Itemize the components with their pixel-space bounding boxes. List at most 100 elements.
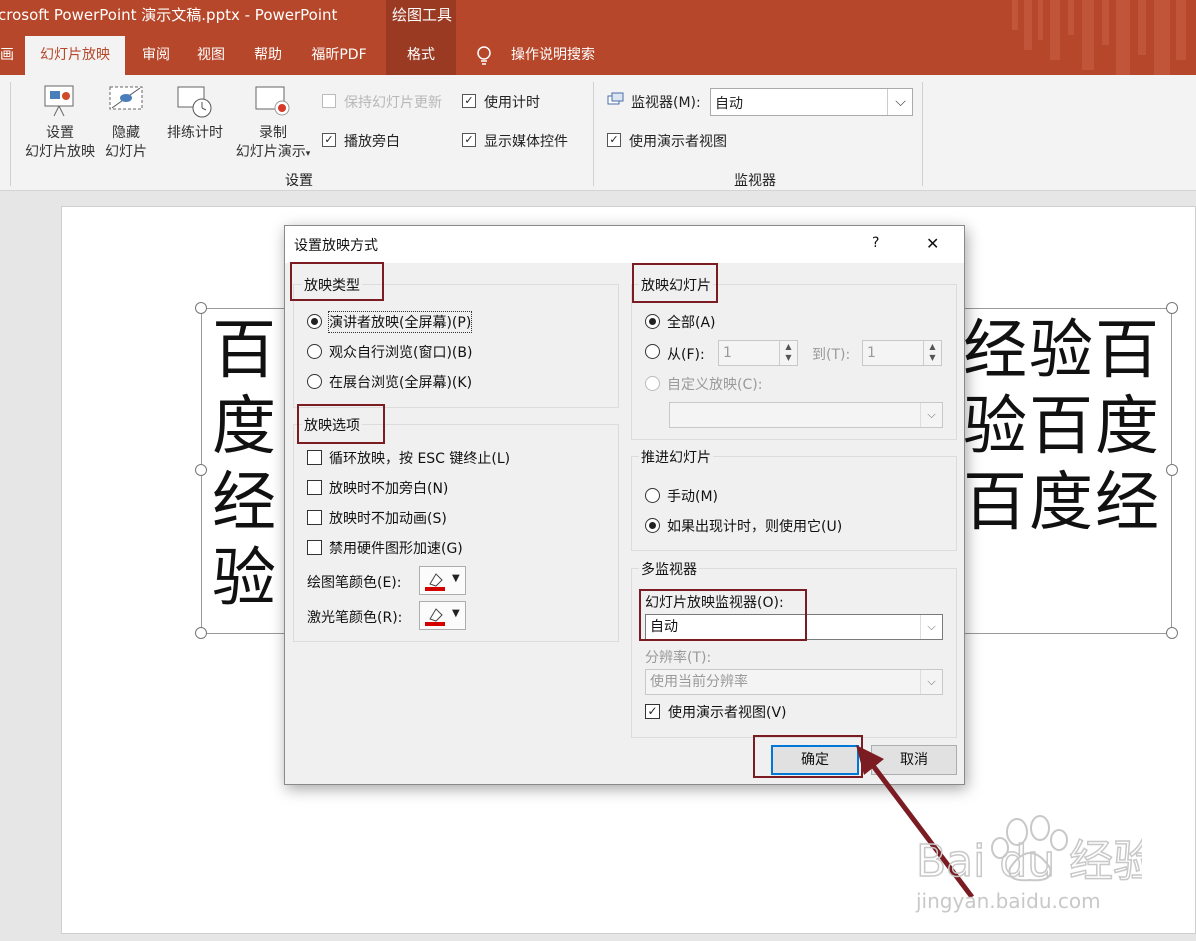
to-input-value: 1 xyxy=(867,345,876,361)
custom-show-select[interactable]: ⌵ xyxy=(669,402,943,428)
dialog-title: 设置放映方式 xyxy=(294,238,378,254)
tab-review[interactable]: 审阅 xyxy=(136,36,176,75)
record-slideshow-icon xyxy=(255,86,290,116)
context-group-label: 绘图工具 xyxy=(392,6,453,24)
to-label: 到(T): xyxy=(812,347,851,363)
advance-label: 推进幻灯片 xyxy=(639,447,713,467)
chevron-down-icon: ⌵ xyxy=(920,615,942,639)
setup-slideshow-button[interactable]: 设置 幻灯片放映 xyxy=(20,124,100,162)
laser-color-button[interactable]: ▼ xyxy=(419,601,466,630)
record-slideshow-button[interactable]: 录制 幻灯片演示▾ xyxy=(228,124,318,164)
annotation-box-monitor xyxy=(639,589,807,641)
resize-handle[interactable] xyxy=(195,302,207,314)
rehearse-timings-icon xyxy=(177,86,212,118)
window-title: crosoft PowerPoint 演示文稿.pptx - PowerPoin… xyxy=(0,6,338,24)
record-label-2-text: 幻灯片演示 xyxy=(235,144,306,160)
ribbon-separator xyxy=(922,82,923,186)
setup-slideshow-label-1: 设置 xyxy=(46,125,74,141)
tab-animations[interactable]: 画 xyxy=(0,36,14,75)
use-timings-checkbox[interactable]: ✓ xyxy=(462,94,476,108)
resize-handle[interactable] xyxy=(1166,627,1178,639)
manual-label: 手动(M) xyxy=(667,489,719,505)
rehearse-timings-button[interactable]: 排练计时 xyxy=(162,124,228,143)
presenter-view-label: 使用演示者视图(V) xyxy=(668,705,787,721)
resolution-value: 使用当前分辨率 xyxy=(650,674,748,690)
show-media-controls-label: 显示媒体控件 xyxy=(484,134,568,150)
disable-hw-accel-checkbox[interactable] xyxy=(307,540,322,555)
monitor-icon xyxy=(607,92,624,105)
slide-text-left-1: 百 xyxy=(212,314,278,388)
loop-checkbox[interactable] xyxy=(307,450,322,465)
use-timings-radio[interactable] xyxy=(645,518,660,533)
window-radio[interactable] xyxy=(307,344,322,359)
laser-color-label: 激光笔颜色(R): xyxy=(307,610,403,626)
slide-text-left-4: 验 xyxy=(212,542,278,616)
laser-color-icon xyxy=(425,608,445,626)
dropdown-arrow-icon: ▼ xyxy=(452,608,460,619)
monitor-label: 监视器(M): xyxy=(631,95,701,111)
resize-handle[interactable] xyxy=(1166,464,1178,476)
from-radio[interactable] xyxy=(645,344,660,359)
loop-label: 循环放映，按 ESC 键终止(L) xyxy=(329,451,511,467)
annotation-box-ok xyxy=(753,735,863,778)
slide-text-right-3: 百度经 xyxy=(963,466,1161,540)
ribbon-separator xyxy=(593,82,594,186)
hide-slide-label-1: 隐藏 xyxy=(112,125,140,141)
slide-text-left-2: 度 xyxy=(212,390,278,464)
hide-slide-icon xyxy=(109,86,143,110)
resolution-select[interactable]: 使用当前分辨率 ⌵ xyxy=(645,669,943,695)
presenter-radio[interactable] xyxy=(307,314,322,329)
dropdown-arrow-icon: ▼ xyxy=(452,573,460,584)
resize-handle[interactable] xyxy=(1166,302,1178,314)
play-narrations-checkbox[interactable]: ✓ xyxy=(322,133,336,147)
tab-view[interactable]: 视图 xyxy=(192,36,230,75)
no-animation-checkbox[interactable] xyxy=(307,510,322,525)
setup-show-dialog: 设置放映方式 ? ✕ 放映类型 演讲者放映(全屏幕)(P) 观众自行浏览(窗口)… xyxy=(284,225,965,785)
slide-text-right-2: 验百度 xyxy=(963,390,1161,464)
all-slides-radio[interactable] xyxy=(645,314,660,329)
dropdown-arrow-icon: ▾ xyxy=(305,149,311,159)
spinner-icon[interactable]: ▲ ▼ xyxy=(923,341,941,365)
lightbulb-icon xyxy=(477,46,491,65)
slide-text-left-3: 经 xyxy=(212,466,278,540)
resize-handle[interactable] xyxy=(195,464,207,476)
show-media-controls-checkbox[interactable]: ✓ xyxy=(462,133,476,147)
tab-foxit-pdf[interactable]: 福昕PDF xyxy=(306,36,372,75)
pen-color-button[interactable]: ▼ xyxy=(419,566,466,595)
hide-slide-button[interactable]: 隐藏 幻灯片 xyxy=(100,124,152,162)
multi-monitor-label: 多监视器 xyxy=(639,559,699,579)
kiosk-radio[interactable] xyxy=(307,374,322,389)
annotation-box-show-type xyxy=(290,262,384,301)
annotation-box-show-options xyxy=(297,404,385,444)
resolution-label: 分辨率(T): xyxy=(645,650,712,666)
use-timings-label: 使用计时 xyxy=(484,95,540,111)
kiosk-label: 在展台浏览(全屏幕)(K) xyxy=(329,375,473,391)
tab-format[interactable]: 格式 xyxy=(398,36,444,75)
manual-radio[interactable] xyxy=(645,488,660,503)
from-input[interactable]: 1 ▲ ▼ xyxy=(718,340,798,366)
to-input[interactable]: 1 ▲ ▼ xyxy=(862,340,942,366)
all-slides-label: 全部(A) xyxy=(667,315,716,331)
close-icon[interactable]: ✕ xyxy=(926,234,939,253)
tab-slideshow[interactable]: 幻灯片放映 xyxy=(25,36,125,75)
spinner-icon[interactable]: ▲ ▼ xyxy=(779,341,797,365)
no-animation-label: 放映时不加动画(S) xyxy=(329,511,447,527)
group-setup-label: 设置 xyxy=(285,173,313,189)
setup-slideshow-label-2: 幻灯片放映 xyxy=(25,144,95,160)
from-label: 从(F): xyxy=(667,347,705,363)
custom-show-radio[interactable] xyxy=(645,376,660,391)
tab-help[interactable]: 帮助 xyxy=(248,36,288,75)
use-timings-label: 如果出现计时，则使用它(U) xyxy=(667,519,843,535)
tell-me-search[interactable]: 操作说明搜索 xyxy=(506,36,600,75)
no-narration-checkbox[interactable] xyxy=(307,480,322,495)
presenter-label: 演讲者放映(全屏幕)(P) xyxy=(327,311,473,333)
ribbon-separator xyxy=(10,82,11,186)
monitor-select[interactable]: 自动 ⌵ xyxy=(710,88,913,116)
help-button[interactable]: ? xyxy=(872,235,879,251)
presenter-view-checkbox[interactable]: ✓ xyxy=(645,704,660,719)
slide-text-right-1: 经验百 xyxy=(963,314,1161,388)
keep-updated-checkbox[interactable] xyxy=(322,94,336,108)
use-presenter-view-checkbox[interactable]: ✓ xyxy=(607,133,621,147)
monitor-select-value: 自动 xyxy=(715,96,743,112)
resize-handle[interactable] xyxy=(195,627,207,639)
